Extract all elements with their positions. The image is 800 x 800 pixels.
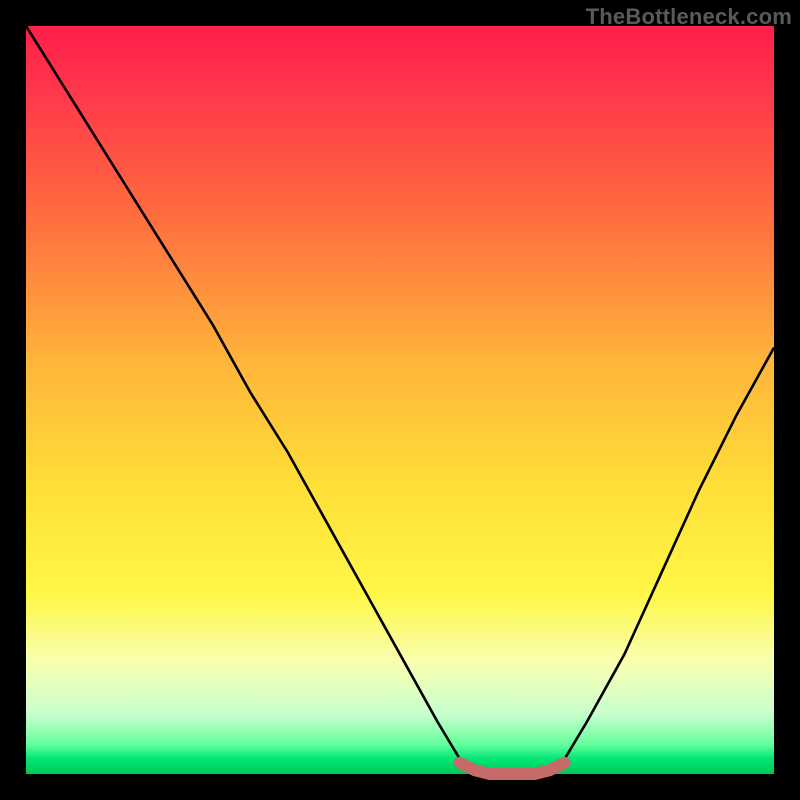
chart-svg (26, 26, 774, 774)
bottleneck-curve (26, 26, 774, 774)
watermark-text: TheBottleneck.com (586, 4, 792, 30)
optimal-zone-marker (460, 763, 565, 774)
chart-frame: TheBottleneck.com (0, 0, 800, 800)
plot-area (26, 26, 774, 774)
